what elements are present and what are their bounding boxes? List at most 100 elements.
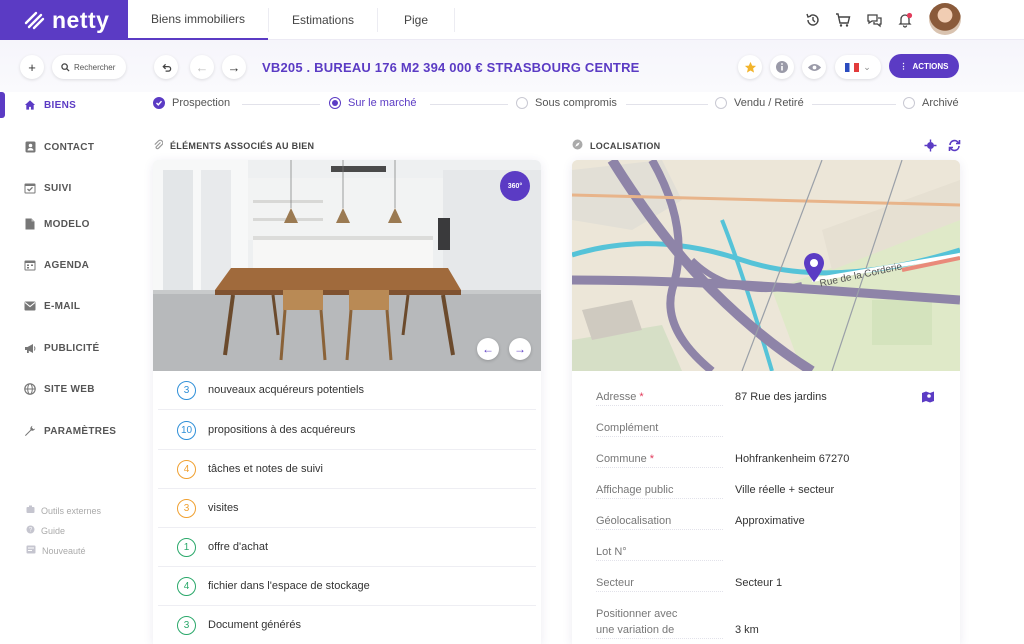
- sidebar-footer-outils[interactable]: Outils externes: [26, 505, 101, 516]
- associated-item[interactable]: 3 Document générés: [158, 606, 536, 644]
- calendar-icon: [24, 259, 36, 271]
- app-logo[interactable]: netty: [0, 0, 128, 40]
- photo-prev-button[interactable]: ←: [477, 338, 499, 360]
- step-label: Sur le marché: [348, 97, 417, 109]
- sidebar-item-label: SUIVI: [44, 182, 72, 194]
- sidebar-item-label: BIENS: [44, 99, 77, 111]
- undo-button[interactable]: [154, 55, 178, 79]
- sidebar-item-biens[interactable]: BIENS: [24, 99, 76, 111]
- step-prospection[interactable]: Prospection: [153, 97, 230, 109]
- count-badge: 4: [177, 576, 196, 596]
- cart-icon[interactable]: [833, 10, 853, 30]
- associated-item[interactable]: 4 fichier dans l'espace de stockage: [158, 567, 536, 606]
- field-divider: [596, 498, 723, 499]
- bell-icon[interactable]: [895, 10, 915, 30]
- user-avatar[interactable]: [929, 3, 961, 35]
- location-field-value[interactable]: Hohfrankenheim 67270: [735, 453, 849, 465]
- compass-icon: [572, 139, 583, 152]
- location-field-value[interactable]: 87 Rue des jardins: [735, 391, 827, 403]
- field-divider: [596, 436, 723, 437]
- radio-empty-icon: [516, 97, 528, 109]
- associated-item[interactable]: 4 tâches et notes de suivi: [158, 450, 536, 489]
- sidebar-item-contact[interactable]: CONTACT: [24, 141, 94, 153]
- sidebar-item-parametres[interactable]: PARAMÈTRES: [24, 425, 116, 437]
- sidebar-item-agenda[interactable]: AGENDA: [24, 259, 89, 271]
- favorite-button[interactable]: [738, 55, 762, 79]
- sidebar-item-email[interactable]: E-MAIL: [24, 300, 80, 312]
- associated-item-label: nouveaux acquéreurs potentiels: [208, 384, 364, 396]
- step-vendu-retire[interactable]: Vendu / Retiré: [715, 97, 804, 109]
- radio-selected-icon: [329, 97, 341, 109]
- associated-item[interactable]: 3 nouveaux acquéreurs potentiels: [158, 371, 536, 410]
- tab-estimations[interactable]: Estimations: [269, 0, 377, 40]
- radio-empty-icon: [903, 97, 915, 109]
- location-field-value[interactable]: Ville réelle + secteur: [735, 484, 834, 496]
- radio-empty-icon: [715, 97, 727, 109]
- location-field-label: Secteur: [596, 577, 634, 589]
- sidebar-item-label: E-MAIL: [44, 300, 81, 312]
- sidebar-item-suivi[interactable]: SUIVI: [24, 182, 72, 194]
- count-badge: 1: [177, 537, 196, 557]
- location-map[interactable]: Rue de la Corderie: [572, 160, 960, 371]
- plus-icon: +: [28, 59, 36, 75]
- photo-next-button[interactable]: →: [509, 338, 531, 360]
- recenter-button[interactable]: [920, 135, 940, 155]
- associated-section-title: ÉLÉMENTS ASSOCIÉS AU BIEN: [153, 139, 314, 152]
- actions-label: ACTIONS: [912, 61, 949, 71]
- info-button[interactable]: [770, 55, 794, 79]
- location-field-value[interactable]: 3 km: [735, 624, 759, 636]
- language-select[interactable]: ⌄: [835, 55, 881, 79]
- field-label-text: Commune: [596, 453, 647, 465]
- field-label-text: Secteur: [596, 577, 634, 589]
- step-connector: [242, 104, 320, 105]
- search-placeholder: Rechercher: [74, 62, 116, 72]
- badge-360-icon[interactable]: 360°: [500, 171, 530, 201]
- actions-button[interactable]: ⋮ ACTIONS: [889, 54, 959, 78]
- associated-item[interactable]: 10 propositions à des acquéreurs: [158, 411, 536, 450]
- star-icon: [744, 61, 756, 73]
- sidebar-item-publicite[interactable]: PUBLICITÉ: [24, 342, 99, 354]
- preview-button[interactable]: [802, 55, 826, 79]
- location-field-label: Positionner avec: [596, 608, 677, 620]
- search-input[interactable]: Rechercher: [52, 55, 126, 79]
- sidebar-item-modelo[interactable]: MODELO: [24, 218, 90, 230]
- property-photo[interactable]: 360° ← →: [153, 160, 541, 371]
- refresh-button[interactable]: [944, 135, 964, 155]
- count-badge: 3: [177, 615, 196, 635]
- sidebar-item-label: PARAMÈTRES: [44, 425, 117, 437]
- step-archive[interactable]: Archivé: [903, 97, 959, 109]
- check-icon: [153, 97, 165, 109]
- sidebar-item-label: PUBLICITÉ: [44, 342, 100, 354]
- sidebar-item-site-web[interactable]: SITE WEB: [24, 383, 95, 395]
- associated-item[interactable]: 3 visites: [158, 489, 536, 528]
- document-icon: [24, 218, 36, 230]
- tab-pige[interactable]: Pige: [378, 0, 454, 40]
- chat-icon[interactable]: [864, 10, 884, 30]
- search-icon: [61, 62, 70, 72]
- count-badge: 3: [177, 498, 196, 518]
- tab-biens-immobiliers[interactable]: Biens immobiliers: [128, 0, 268, 40]
- location-field-value[interactable]: Secteur 1: [735, 577, 782, 589]
- map-view-icon[interactable]: [921, 390, 935, 404]
- arrow-right-icon: →: [227, 59, 241, 75]
- map-pin-icon[interactable]: [803, 253, 825, 283]
- arrow-left-icon: ←: [482, 342, 494, 356]
- associated-item[interactable]: 1 offre d'achat: [158, 528, 536, 567]
- required-marker: *: [639, 391, 644, 403]
- next-button[interactable]: →: [222, 55, 246, 79]
- add-button[interactable]: +: [20, 55, 44, 79]
- field-label-text: Affichage public: [596, 484, 674, 496]
- count-badge: 4: [177, 459, 196, 479]
- history-icon[interactable]: [803, 10, 823, 30]
- location-field-label: Adresse *: [596, 391, 644, 403]
- calendar-check-icon: [24, 182, 36, 194]
- step-sur-le-marche[interactable]: Sur le marché: [329, 97, 416, 109]
- sidebar-footer-nouveaute[interactable]: Nouveauté: [26, 545, 86, 556]
- location-field-value[interactable]: Approximative: [735, 515, 805, 527]
- count-badge: 3: [177, 380, 196, 400]
- sidebar-footer-guide[interactable]: ? Guide: [26, 525, 65, 536]
- previous-button[interactable]: ←: [190, 55, 214, 79]
- step-sous-compromis[interactable]: Sous compromis: [516, 97, 617, 109]
- field-divider: [596, 591, 723, 592]
- location-field-label: Commune *: [596, 453, 654, 465]
